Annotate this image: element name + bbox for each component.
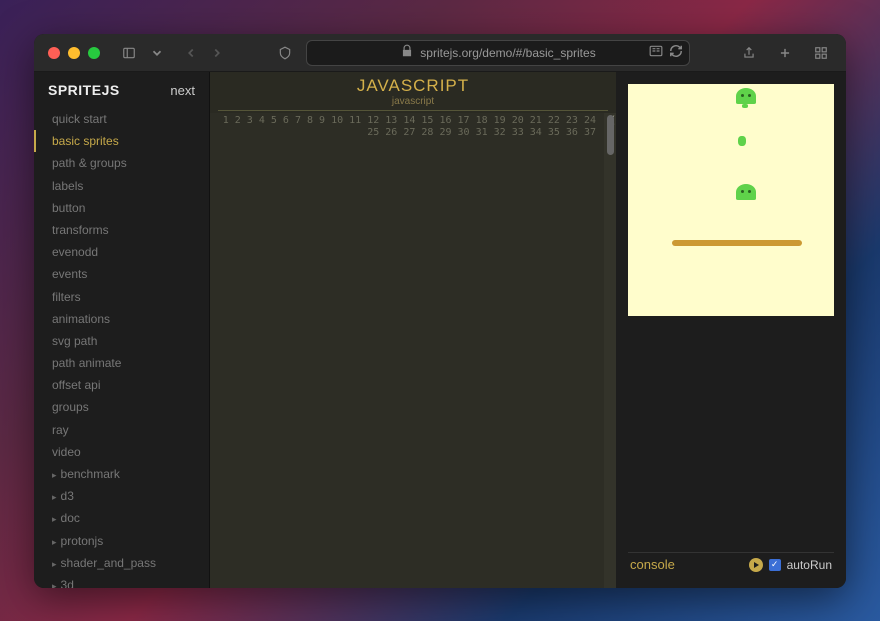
sidebar-nav-list: quick startbasic spritespath & groupslab… bbox=[34, 104, 209, 588]
sidebar-item-shader-and-pass[interactable]: shader_and_pass bbox=[34, 552, 209, 574]
forward-button[interactable] bbox=[208, 42, 226, 64]
reader-icon[interactable] bbox=[649, 44, 663, 61]
editor-header: JAVASCRIPT javascript bbox=[210, 72, 616, 113]
preview-panel: console ✓ autoRun bbox=[616, 72, 846, 588]
address-bar[interactable]: spritejs.org/demo/#/basic_sprites bbox=[306, 40, 690, 66]
sidebar-item-filters[interactable]: filters bbox=[34, 286, 209, 308]
sidebar-item-doc[interactable]: doc bbox=[34, 507, 209, 529]
sidebar-item-svg-path[interactable]: svg path bbox=[34, 330, 209, 352]
sidebar-header: SPRITEJS next bbox=[34, 72, 209, 104]
sidebar-toggle-icon[interactable] bbox=[118, 42, 140, 64]
sprite-head-2 bbox=[736, 184, 756, 200]
sidebar-item-protonjs[interactable]: protonjs bbox=[34, 530, 209, 552]
sprite-blob-1 bbox=[742, 104, 748, 108]
lock-icon bbox=[400, 44, 414, 61]
browser-window: spritejs.org/demo/#/basic_sprites bbox=[34, 34, 846, 588]
window-titlebar: spritejs.org/demo/#/basic_sprites bbox=[34, 34, 846, 72]
sidebar-item-groups[interactable]: groups bbox=[34, 396, 209, 418]
sidebar-item-ray[interactable]: ray bbox=[34, 419, 209, 441]
dropdown-chevron-icon[interactable] bbox=[148, 42, 166, 64]
console-label[interactable]: console bbox=[630, 557, 675, 572]
address-bar-url: spritejs.org/demo/#/basic_sprites bbox=[420, 46, 595, 60]
sprite-blob-2 bbox=[738, 136, 746, 146]
editor-scrollbar[interactable] bbox=[607, 115, 614, 155]
sidebar-item-transforms[interactable]: transforms bbox=[34, 219, 209, 241]
sidebar-item-button[interactable]: button bbox=[34, 197, 209, 219]
sidebar-item-evenodd[interactable]: evenodd bbox=[34, 241, 209, 263]
sidebar-item-events[interactable]: events bbox=[34, 263, 209, 285]
app-logo: SPRITEJS bbox=[48, 82, 120, 98]
editor-panel: JAVASCRIPT javascript 1 2 3 4 5 6 7 8 9 … bbox=[210, 72, 616, 588]
sidebar-item-path-groups[interactable]: path & groups bbox=[34, 152, 209, 174]
sidebar-item-benchmark[interactable]: benchmark bbox=[34, 463, 209, 485]
sprite-head-1 bbox=[736, 88, 756, 104]
sidebar-item-quick-start[interactable]: quick start bbox=[34, 108, 209, 130]
reload-icon[interactable] bbox=[669, 44, 683, 61]
autorun-checkbox[interactable]: ✓ bbox=[769, 559, 781, 571]
preview-spacer bbox=[628, 326, 834, 542]
sprite-ground bbox=[672, 240, 802, 246]
next-link[interactable]: next bbox=[170, 83, 195, 98]
sidebar-item-labels[interactable]: labels bbox=[34, 175, 209, 197]
sidebar-item-path-animate[interactable]: path animate bbox=[34, 352, 209, 374]
code-editor[interactable]: 1 2 3 4 5 6 7 8 9 10 11 12 13 14 15 16 1… bbox=[210, 113, 616, 588]
back-button[interactable] bbox=[182, 42, 200, 64]
tab-overview-icon[interactable] bbox=[810, 42, 832, 64]
autorun-label: autoRun bbox=[787, 558, 832, 572]
close-window-button[interactable] bbox=[48, 47, 60, 59]
editor-title: JAVASCRIPT bbox=[210, 76, 616, 96]
sidebar-item-3d[interactable]: 3d bbox=[34, 574, 209, 588]
sidebar-item-d3[interactable]: d3 bbox=[34, 485, 209, 507]
maximize-window-button[interactable] bbox=[88, 47, 100, 59]
editor-subtitle: javascript bbox=[218, 96, 608, 111]
sidebar-item-animations[interactable]: animations bbox=[34, 308, 209, 330]
share-icon[interactable] bbox=[738, 42, 760, 64]
minimize-window-button[interactable] bbox=[68, 47, 80, 59]
sidebar-item-offset-api[interactable]: offset api bbox=[34, 374, 209, 396]
browser-content: SPRITEJS next quick startbasic spritespa… bbox=[34, 72, 846, 588]
sidebar-item-video[interactable]: video bbox=[34, 441, 209, 463]
console-bar: console ✓ autoRun bbox=[628, 552, 834, 576]
editor-code[interactable]: (async function () { const {Scene, Sprit… bbox=[604, 113, 616, 588]
editor-gutter: 1 2 3 4 5 6 7 8 9 10 11 12 13 14 15 16 1… bbox=[210, 113, 604, 588]
play-icon[interactable] bbox=[749, 558, 763, 572]
preview-canvas bbox=[628, 84, 834, 316]
privacy-shield-icon[interactable] bbox=[274, 42, 296, 64]
sidebar-item-basic-sprites[interactable]: basic sprites bbox=[34, 130, 209, 152]
new-tab-icon[interactable] bbox=[774, 42, 796, 64]
traffic-lights bbox=[48, 47, 100, 59]
app-sidebar: SPRITEJS next quick startbasic spritespa… bbox=[34, 72, 210, 588]
